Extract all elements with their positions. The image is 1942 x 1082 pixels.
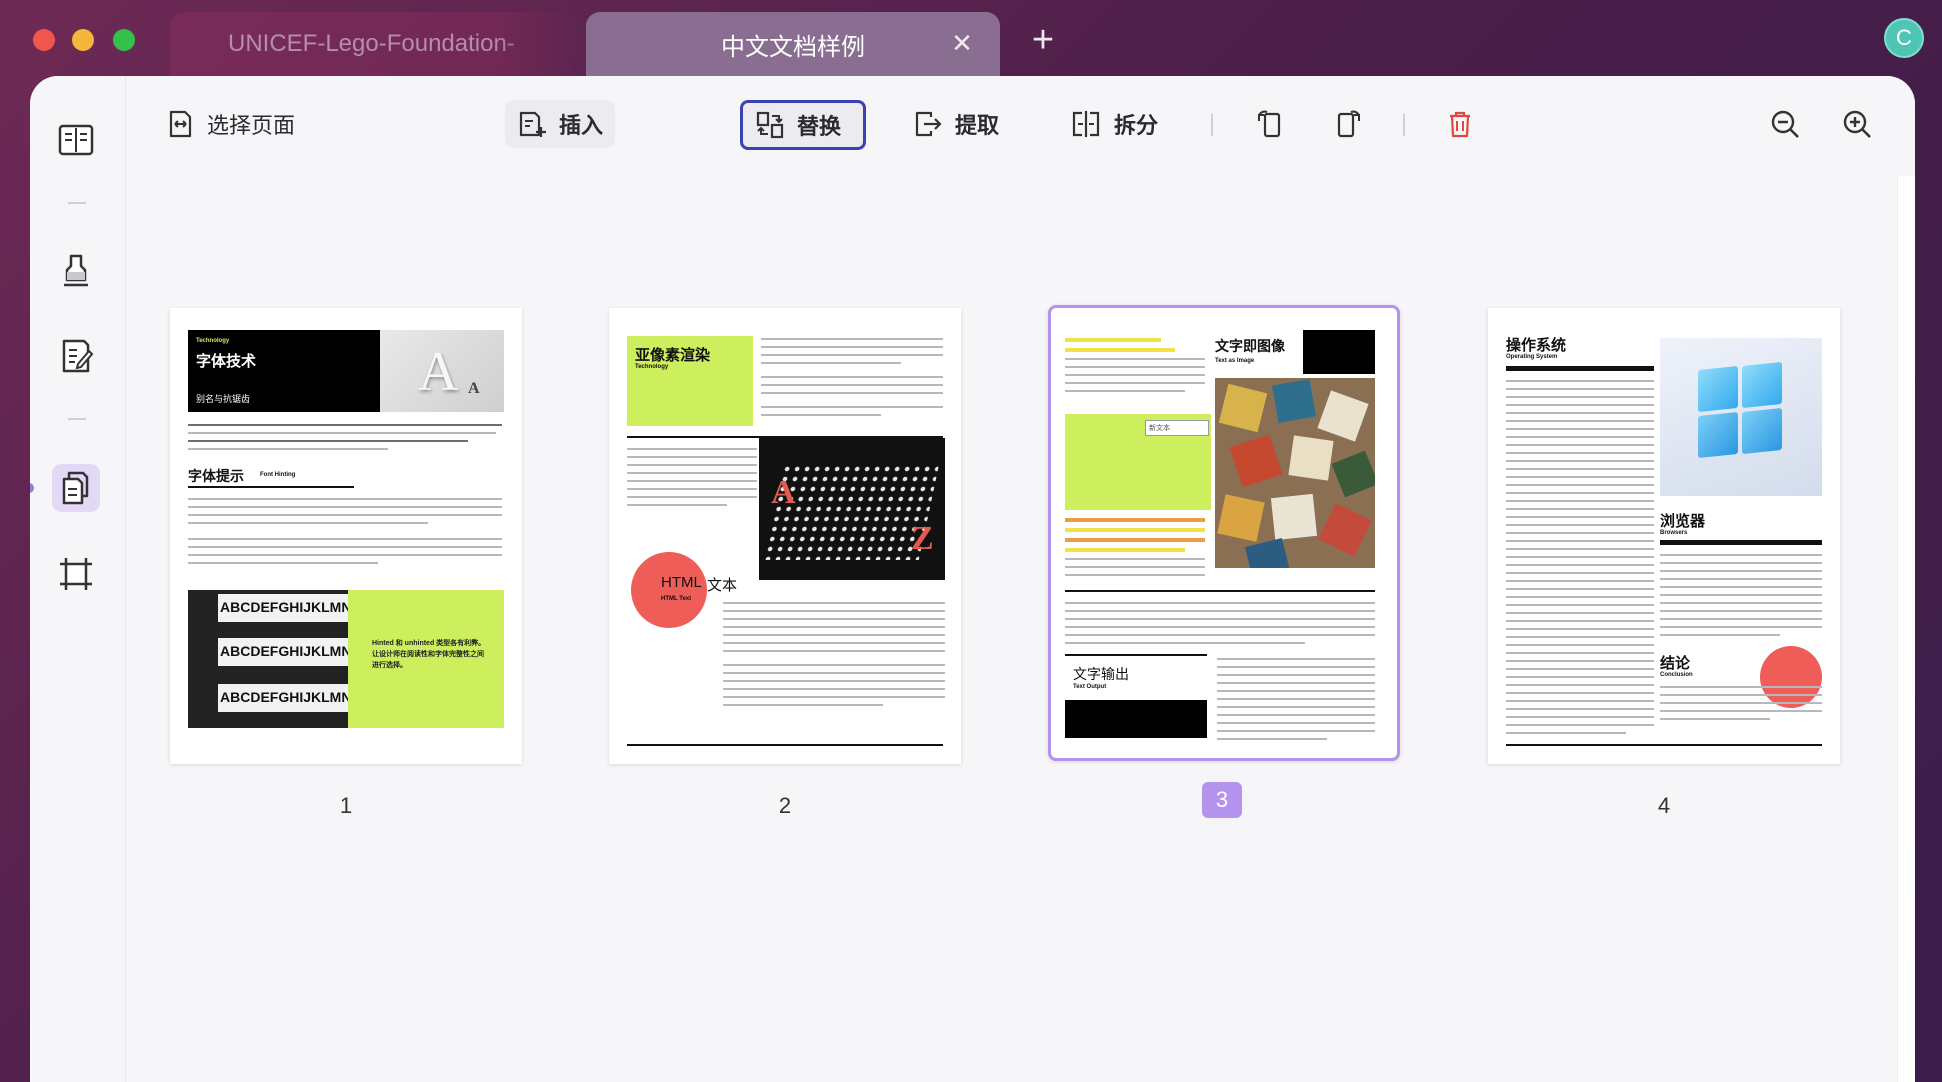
window-zoom-button[interactable] [113,29,135,51]
new-tab-button[interactable]: + [1026,21,1060,59]
page-thumbnail-4[interactable]: 操作系统 Operating System 浏览器 Browsers 结论 Co… [1488,308,1840,764]
insert-page-icon [519,111,546,137]
left-sidebar [30,76,126,1082]
page-1-font-strip-image: ABCDEFGHIJKLMNO ABCDEFGHIJKLMNO ABCDEFGH… [188,590,362,728]
page-3-black-block [1303,330,1375,374]
page-1-tag: Technology [196,338,230,344]
replace-button[interactable]: 替换 [740,100,866,150]
sidebar-divider [68,202,86,204]
page-organizer: 选择页面 插入 替换 提取 拆分 Technology 字体技术 别名与抗锯齿 … [127,76,1915,1082]
page-1-glyph-image: A A [380,330,504,412]
extract-label: 提取 [955,113,1000,138]
page-4-heading: 操作系统 [1506,337,1567,354]
edit-mode-button[interactable] [52,332,100,380]
tab-unicef-lego[interactable]: UNICEF-Lego-Foundation- [170,12,582,76]
tab-label: UNICEF-Lego-Foundation- [228,30,515,57]
app-window: 选择页面 插入 替换 提取 拆分 Technology 字体技术 别名与抗锯齿 … [30,76,1915,1082]
page-3-output-block [1065,700,1207,738]
page-1-note-box: Hinted 和 unhinted 类型各有利弊。让设计师在阅读性和字体完整性之… [348,590,504,728]
page-3-text-field: 新文本 [1145,420,1209,436]
rotate-left-icon [1258,110,1281,138]
tab-label: 中文文档样例 [721,33,865,61]
comment-mode-button[interactable] [52,246,100,294]
zoom-out-button[interactable] [1757,100,1813,148]
insert-label: 插入 [559,113,604,138]
page-3-letters-image [1215,378,1375,568]
reader-mode-button[interactable] [52,116,100,164]
insert-button[interactable]: 插入 [505,100,616,148]
page-number-2[interactable]: 2 [765,788,805,824]
organize-pages-button[interactable] [52,464,100,512]
page-2-heading: 亚像素渲染 [635,347,711,364]
edit-document-icon [62,339,94,373]
page-thumbnail-2[interactable]: 亚像素渲染 Technology A Z HTML 文本 HTML Text [609,308,961,764]
window-minimize-button[interactable] [72,29,94,51]
pages-icon [62,471,89,505]
zoom-in-icon [1843,110,1871,138]
trash-icon [1450,111,1470,138]
crop-icon [60,558,92,590]
toolbar: 选择页面 插入 替换 提取 拆分 [127,76,1915,176]
zoom-in-button[interactable] [1829,100,1885,148]
rotate-right-icon [1337,110,1360,138]
split-button[interactable]: 拆分 [1058,100,1170,148]
active-indicator [30,483,34,493]
select-pages-label: 选择页面 [207,113,296,138]
page-2-circle-title: HTML [661,574,702,591]
rotate-right-button[interactable] [1321,100,1375,148]
book-icon [58,124,94,156]
page-4-circle [1760,646,1822,708]
page-2-glyph-image: A Z [759,438,945,580]
title-bar: UNICEF-Lego-Foundation- 中文文档样例 ✕ + C [0,0,1942,80]
page-1-heading: 字体技术 [196,353,257,370]
page-thumbnail-3[interactable]: 文字即图像 Text as Image 新文本 文字输出 Text Output [1048,305,1400,761]
page-thumbnail-1[interactable]: Technology 字体技术 别名与抗锯齿 A A 字体提示 Font Hin… [170,308,522,764]
page-number-3[interactable]: 3 [1202,782,1242,818]
toolbar-divider [1403,114,1405,136]
extract-icon [915,111,942,137]
delete-page-button[interactable] [1433,100,1487,148]
select-pages-icon [169,110,192,138]
page-3-heading: 文字即图像 [1215,338,1285,354]
zoom-out-icon [1771,110,1799,138]
replace-label: 替换 [797,114,842,139]
extract-button[interactable]: 提取 [901,100,1011,148]
page-1-subheading: 别名与抗锯齿 [196,394,251,404]
select-pages-button[interactable]: 选择页面 [153,100,307,148]
crop-mode-button[interactable] [52,550,100,598]
page-number-4[interactable]: 4 [1644,788,1684,824]
page-4-browsers-title: 浏览器 [1660,513,1706,530]
avatar[interactable]: C [1884,18,1924,58]
rotate-left-button[interactable] [1243,100,1297,148]
vertical-scrollbar[interactable] [1897,176,1915,1082]
tab-chinese-sample[interactable]: 中文文档样例 ✕ [586,12,1000,76]
page-number-1[interactable]: 1 [326,788,366,824]
page-4-windows-image [1660,338,1822,496]
replace-icon [756,111,784,139]
page-3-output-title: 文字输出 [1073,666,1129,682]
page-4-conclusion-title: 结论 [1660,655,1691,672]
close-icon[interactable]: ✕ [950,30,974,56]
window-close-button[interactable] [33,29,55,51]
toolbar-divider [1211,114,1213,136]
page-1-section-title: 字体提示 [188,468,244,484]
highlighter-icon [64,254,88,287]
split-label: 拆分 [1114,113,1159,138]
split-icon [1072,111,1100,137]
sidebar-divider [68,418,86,420]
